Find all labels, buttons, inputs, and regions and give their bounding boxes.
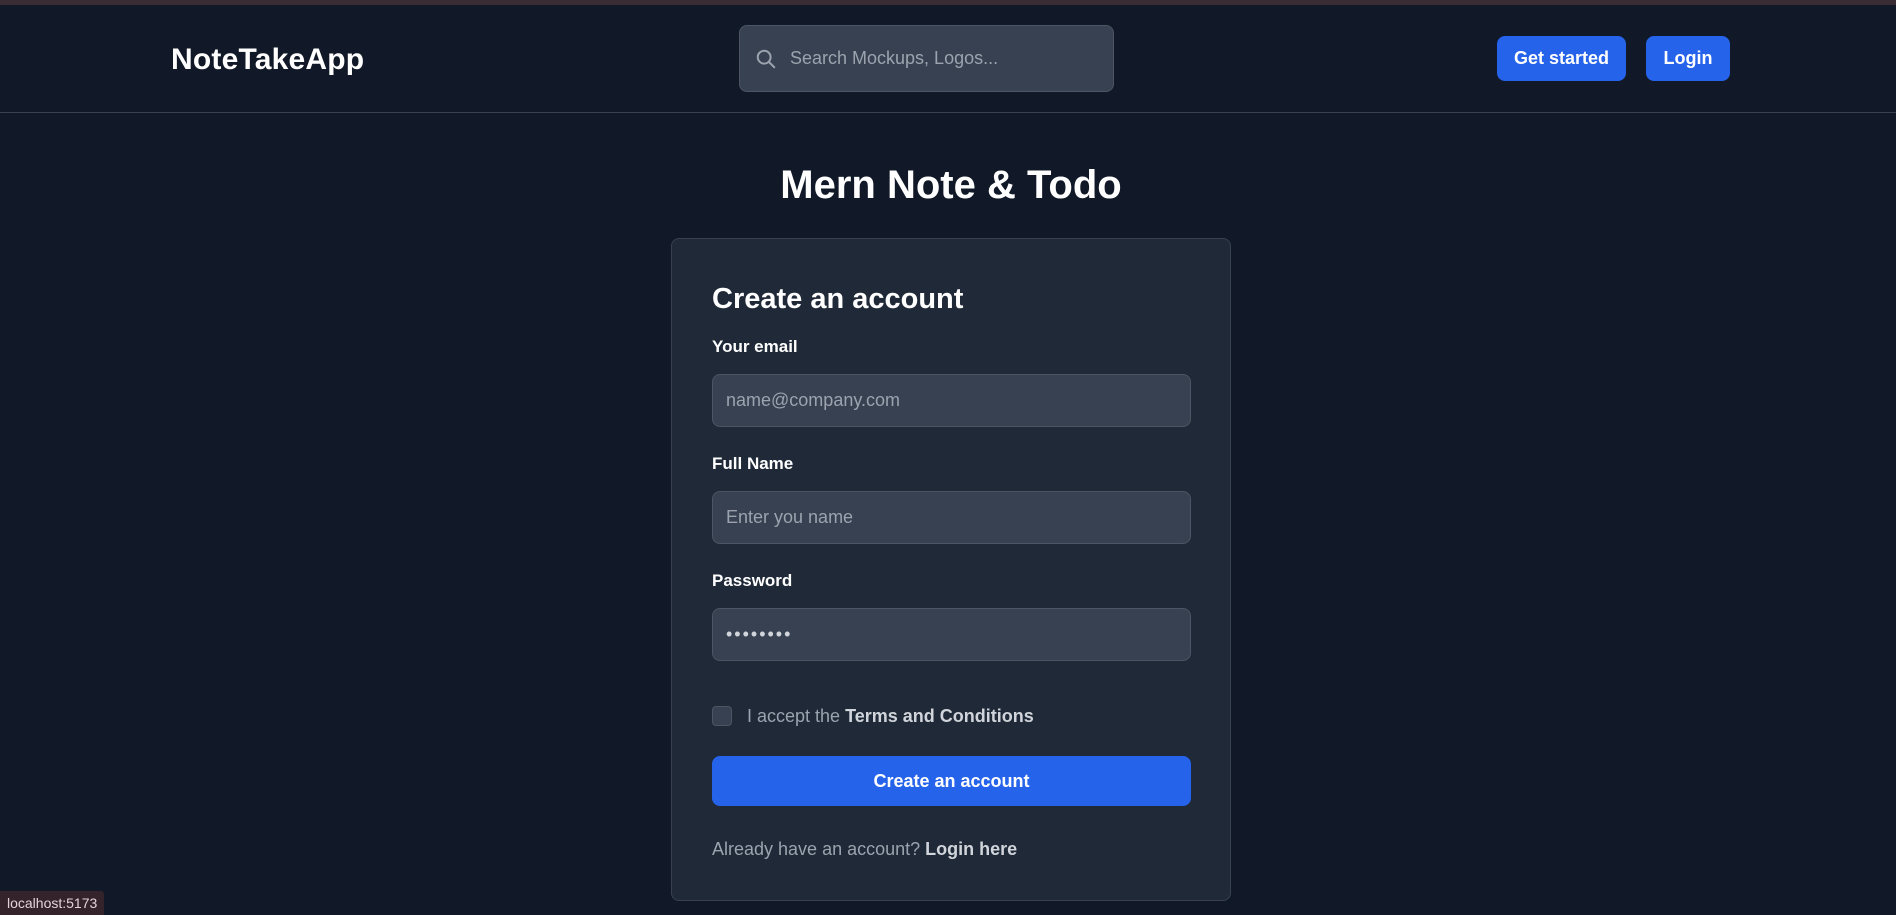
login-here-link[interactable]: Login here xyxy=(925,839,1017,859)
email-label: Your email xyxy=(712,337,798,356)
navbar: NoteTakeApp Get started Login xyxy=(0,5,1896,113)
terms-row: I accept the Terms and Conditions xyxy=(712,704,1034,728)
login-button[interactable]: Login xyxy=(1646,36,1730,81)
signup-card: Create an account Your email Full Name P… xyxy=(671,238,1231,901)
password-label: Password xyxy=(712,571,793,590)
terms-link[interactable]: Terms and Conditions xyxy=(845,706,1034,726)
create-account-button[interactable]: Create an account xyxy=(712,756,1191,806)
get-started-button[interactable]: Get started xyxy=(1497,36,1626,81)
login-prompt-text: Already have an account? xyxy=(712,839,921,859)
terms-prefix: I accept the xyxy=(747,705,841,726)
search-icon xyxy=(756,49,776,69)
full-name-field[interactable] xyxy=(712,491,1191,544)
status-bar-url: localhost:5173 xyxy=(0,891,105,915)
terms-checkbox[interactable] xyxy=(712,706,732,726)
terms-text: I accept the Terms and Conditions xyxy=(747,706,1034,727)
page-title: Mern Note & Todo xyxy=(780,163,1122,207)
login-prompt: Already have an account? Login here xyxy=(712,839,1017,860)
search-box[interactable] xyxy=(739,25,1114,92)
brand-logo[interactable]: NoteTakeApp xyxy=(171,43,364,77)
form-title: Create an account xyxy=(712,283,964,315)
full-name-label: Full Name xyxy=(712,454,794,473)
email-field[interactable] xyxy=(712,374,1191,427)
search-input[interactable] xyxy=(790,26,1105,91)
password-field[interactable] xyxy=(712,608,1191,661)
